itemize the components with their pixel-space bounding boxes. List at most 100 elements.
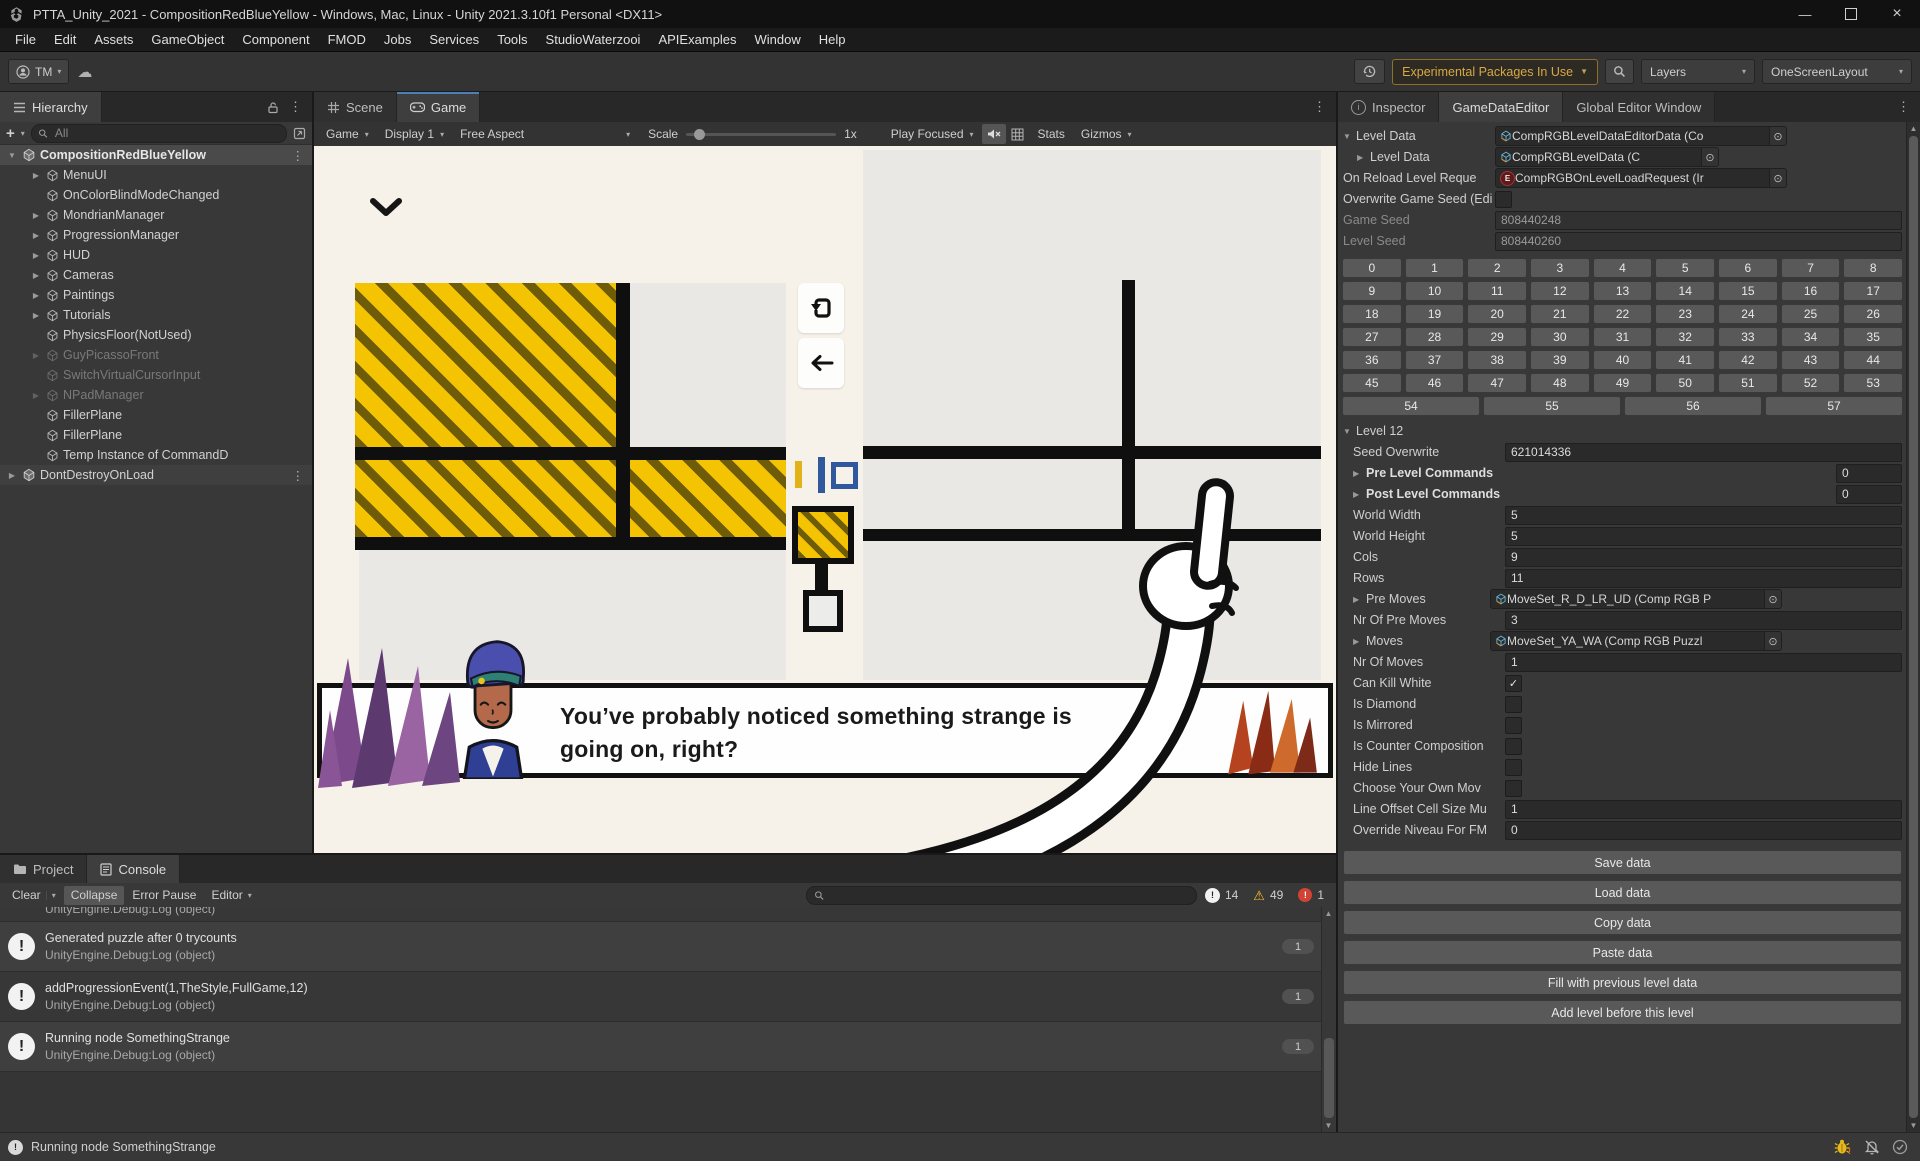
can-kill-white-checkbox[interactable]: ✓ — [1505, 674, 1522, 692]
menu-tools[interactable]: Tools — [488, 28, 536, 52]
foldout-icon[interactable]: ▶ — [30, 351, 42, 360]
hierarchy-item-tempinstance[interactable]: Temp Instance of CommandD — [0, 445, 312, 465]
level-button[interactable]: 36 — [1342, 350, 1402, 370]
account-dropdown[interactable]: TM ▾ — [8, 59, 70, 84]
level-button[interactable]: 27 — [1342, 327, 1402, 347]
moves-object-field[interactable]: MoveSet_YA_WA (Comp RGB Puzzl ⊙ — [1490, 631, 1782, 651]
hierarchy-item-menuui[interactable]: ▶ MenuUI — [0, 165, 312, 185]
level-button[interactable]: 24 — [1718, 304, 1778, 324]
level-button[interactable]: 10 — [1404, 281, 1465, 301]
scroll-up-icon[interactable]: ▲ — [1907, 124, 1920, 133]
save-data-button[interactable]: Save data — [1343, 850, 1902, 875]
tab-scene[interactable]: Scene — [314, 92, 397, 122]
load-data-button[interactable]: Load data — [1343, 880, 1902, 905]
foldout-icon[interactable]: ▶ — [1357, 153, 1370, 162]
tab-hierarchy[interactable]: Hierarchy — [0, 92, 102, 122]
foldout-icon[interactable]: ▶ — [30, 291, 42, 300]
level-button[interactable]: 46 — [1404, 373, 1465, 393]
lock-icon[interactable] — [267, 101, 279, 114]
hierarchy-item-hud[interactable]: ▶ HUD — [0, 245, 312, 265]
pre-moves-row[interactable]: ▶ Pre Moves MoveSet_R_D_LR_UD (Comp RGB … — [1338, 589, 1907, 609]
scroll-up-icon[interactable]: ▲ — [1322, 909, 1335, 918]
add-object-button[interactable]: + — [6, 126, 15, 141]
level-button[interactable]: 19 — [1404, 304, 1465, 324]
level-button[interactable]: 28 — [1404, 327, 1465, 347]
level-button[interactable]: 35 — [1843, 327, 1904, 347]
menu-assets[interactable]: Assets — [85, 28, 142, 52]
seed-overwrite-field[interactable]: 621014336 — [1505, 442, 1902, 462]
choose-your-own-moves-checkbox[interactable] — [1505, 779, 1522, 797]
undo-button[interactable] — [798, 338, 844, 388]
foldout-open-icon[interactable]: ▼ — [1343, 132, 1356, 141]
kebab-menu-icon[interactable]: ⋮ — [292, 468, 313, 483]
line-offset-field[interactable]: 1 — [1505, 799, 1902, 819]
menu-edit[interactable]: Edit — [45, 28, 85, 52]
scale-slider[interactable] — [686, 128, 837, 140]
picker-window-icon[interactable] — [293, 127, 306, 140]
vsync-grid-button[interactable] — [1006, 124, 1030, 144]
aspect-dropdown[interactable]: Free Aspect ▾ — [452, 122, 638, 146]
is-diamond-checkbox[interactable] — [1505, 695, 1522, 713]
world-width-field[interactable]: 5 — [1505, 505, 1902, 525]
foldout-icon[interactable]: ▶ — [1353, 469, 1366, 478]
tab-global-editor-window[interactable]: Global Editor Window — [1563, 92, 1716, 122]
level-button[interactable]: 34 — [1780, 327, 1841, 347]
debugger-bug-icon[interactable]: ! — [1834, 1139, 1852, 1155]
level-button[interactable]: 42 — [1718, 350, 1778, 370]
hierarchy-dontdestroyonload-row[interactable]: ▶ DontDestroyOnLoad ⋮ — [0, 465, 312, 485]
hide-lines-checkbox[interactable] — [1505, 758, 1522, 776]
pre-level-commands-row[interactable]: ▶ Pre Level Commands 0 — [1338, 463, 1907, 483]
foldout-icon[interactable]: ▶ — [30, 211, 42, 220]
level-button[interactable]: 47 — [1467, 373, 1528, 393]
level-button[interactable]: 52 — [1780, 373, 1841, 393]
foldout-icon[interactable]: ▶ — [6, 471, 18, 480]
kebab-menu-icon[interactable]: ⋮ — [289, 99, 303, 115]
level-button[interactable]: 2 — [1467, 258, 1528, 278]
layout-dropdown[interactable]: OneScreenLayout ▾ — [1762, 59, 1912, 84]
level-button[interactable]: 33 — [1718, 327, 1778, 347]
mute-audio-button[interactable] — [981, 124, 1006, 144]
warning-count-toggle[interactable]: ⚠ 49 — [1246, 886, 1290, 905]
error-pause-button[interactable]: Error Pause — [125, 886, 203, 905]
level-button[interactable]: 41 — [1655, 350, 1716, 370]
level-button[interactable]: 54 — [1342, 396, 1480, 416]
level-button[interactable]: 51 — [1718, 373, 1778, 393]
level-button[interactable]: 14 — [1655, 281, 1716, 301]
post-level-commands-size-field[interactable]: 0 — [1836, 484, 1902, 504]
level-button[interactable]: 12 — [1530, 281, 1590, 301]
chevron-down-icon[interactable] — [370, 198, 402, 218]
level-button[interactable]: 13 — [1592, 281, 1653, 301]
on-reload-object-field[interactable]: E CompRGBOnLevelLoadRequest (Ir ⊙ — [1495, 168, 1787, 188]
console-scrollbar-thumb[interactable] — [1324, 1038, 1334, 1118]
is-mirrored-checkbox[interactable] — [1505, 716, 1522, 734]
level-data-foldout[interactable]: ▼ Level Data CompRGBLevelDataEditorData … — [1338, 126, 1907, 146]
level-button[interactable]: 7 — [1780, 258, 1841, 278]
notifications-muted-icon[interactable] — [1864, 1139, 1880, 1155]
hierarchy-search-input[interactable] — [52, 125, 280, 141]
restart-button[interactable] — [798, 283, 844, 333]
chevron-down-icon[interactable]: ▾ — [21, 129, 25, 138]
hierarchy-item-cameras[interactable]: ▶ Cameras — [0, 265, 312, 285]
game-target-dropdown[interactable]: Game ▾ — [318, 122, 377, 146]
foldout-icon[interactable]: ▶ — [30, 271, 42, 280]
level-button[interactable]: 22 — [1592, 304, 1653, 324]
nr-of-pre-moves-field[interactable]: 3 — [1505, 610, 1902, 630]
level-button[interactable]: 8 — [1843, 258, 1904, 278]
kebab-menu-icon[interactable]: ⋮ — [292, 148, 313, 163]
stats-button[interactable]: Stats — [1030, 122, 1073, 146]
level-data-sub-foldout[interactable]: ▶ Level Data CompRGBLevelData (C ⊙ — [1338, 147, 1907, 167]
menu-help[interactable]: Help — [810, 28, 855, 52]
inspector-scrollbar[interactable]: ▲ ▼ — [1906, 122, 1920, 1132]
tab-gamedataeditor[interactable]: GameDataEditor — [1439, 92, 1564, 122]
hierarchy-search-box[interactable] — [30, 123, 287, 143]
clear-button[interactable]: Clear ▾ — [5, 886, 63, 905]
level-button[interactable]: 29 — [1467, 327, 1528, 347]
foldout-icon[interactable]: ▶ — [30, 251, 42, 260]
info-count-toggle[interactable]: ! 14 — [1198, 886, 1245, 905]
log-row[interactable]: ! Generated puzzle after 0 trycounts Uni… — [0, 922, 1322, 972]
menu-studiowaterzooi[interactable]: StudioWaterzooi — [537, 28, 650, 52]
level-button[interactable]: 25 — [1780, 304, 1841, 324]
level-button[interactable]: 44 — [1843, 350, 1904, 370]
foldout-open-icon[interactable]: ▼ — [6, 151, 18, 160]
foldout-open-icon[interactable]: ▼ — [1343, 427, 1356, 436]
